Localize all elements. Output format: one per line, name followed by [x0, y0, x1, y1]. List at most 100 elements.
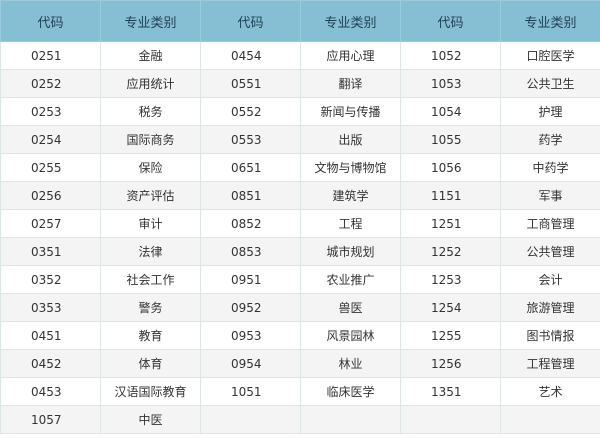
code-cell: 0954: [200, 349, 301, 378]
code-cell: 1051: [200, 377, 301, 406]
code-cell: 0551: [200, 69, 301, 98]
code-cell: 0251: [0, 41, 101, 70]
code-cell: 0453: [0, 377, 101, 406]
code-cell: 0951: [200, 265, 301, 294]
major-cell: 药学: [500, 125, 600, 154]
code-cell: 1053: [400, 69, 501, 98]
table-row: 0451 教育 0953 风景园林 1255 图书情报: [0, 321, 600, 350]
code-cell: 0953: [200, 321, 301, 350]
major-cell: 护理: [500, 97, 600, 126]
header-code-1: 代码: [0, 0, 101, 42]
code-cell: 0851: [200, 181, 301, 210]
major-cell: 中药学: [500, 153, 600, 182]
major-cell: 警务: [100, 293, 201, 322]
major-cell: 资产评估: [100, 181, 201, 210]
header-major-2: 专业类别: [300, 0, 401, 42]
major-cell: 教育: [100, 321, 201, 350]
code-cell: 0651: [200, 153, 301, 182]
major-cell: 公共卫生: [500, 69, 600, 98]
code-cell: 0351: [0, 237, 101, 266]
major-cell: 文物与博物馆: [300, 153, 401, 182]
major-cell: 工程管理: [500, 349, 600, 378]
code-cell: 0352: [0, 265, 101, 294]
code-cell: 1255: [400, 321, 501, 350]
header-major-1: 专业类别: [100, 0, 201, 42]
code-cell: 1254: [400, 293, 501, 322]
major-cell: 旅游管理: [500, 293, 600, 322]
major-cell: 农业推广: [300, 265, 401, 294]
code-cell: 0553: [200, 125, 301, 154]
major-cell: 风景园林: [300, 321, 401, 350]
major-cell: 临床医学: [300, 377, 401, 406]
table-row: 0353 警务 0952 兽医 1254 旅游管理: [0, 293, 600, 322]
major-cell: 保险: [100, 153, 201, 182]
major-cell: 翻译: [300, 69, 401, 98]
major-cell: 公共管理: [500, 237, 600, 266]
header-major-3: 专业类别: [500, 0, 600, 42]
major-cell: 建筑学: [300, 181, 401, 210]
code-cell: 1252: [400, 237, 501, 266]
code-cell: 1054: [400, 97, 501, 126]
table-row: 0253 税务 0552 新闻与传播 1054 护理: [0, 97, 600, 126]
code-cell: [200, 405, 301, 434]
major-cell: [500, 405, 600, 434]
major-cell: 会计: [500, 265, 600, 294]
major-cell: 金融: [100, 41, 201, 70]
code-cell: 1253: [400, 265, 501, 294]
major-code-table: 代码 专业类别 代码 专业类别 代码 专业类别 0251 金融 0454 应用心理 10…: [0, 0, 600, 434]
table-row: 0254 国际商务 0553 出版 1055 药学: [0, 125, 600, 154]
code-cell: 0253: [0, 97, 101, 126]
major-cell: 口腔医学: [500, 41, 600, 70]
code-cell: 1351: [400, 377, 501, 406]
major-cell: 中医: [100, 405, 201, 434]
code-cell: 0256: [0, 181, 101, 210]
table-row: 0255 保险 0651 文物与博物馆 1056 中药学: [0, 153, 600, 182]
major-cell: 应用统计: [100, 69, 201, 98]
major-cell: 兽医: [300, 293, 401, 322]
code-cell: 0952: [200, 293, 301, 322]
code-cell: 0552: [200, 97, 301, 126]
major-cell: 军事: [500, 181, 600, 210]
code-cell: 1055: [400, 125, 501, 154]
major-cell: 林业: [300, 349, 401, 378]
table-row: 0352 社会工作 0951 农业推广 1253 会计: [0, 265, 600, 294]
code-cell: 1056: [400, 153, 501, 182]
major-cell: 税务: [100, 97, 201, 126]
code-cell: 0452: [0, 349, 101, 378]
code-cell: 1251: [400, 209, 501, 238]
code-cell: 0451: [0, 321, 101, 350]
code-cell: 0353: [0, 293, 101, 322]
major-cell: [300, 405, 401, 434]
table-body: 0251 金融 0454 应用心理 1052 口腔医学 0252 应用统计 0551 翻译 1053…: [0, 41, 600, 434]
table-row: 0453 汉语国际教育 1051 临床医学 1351 艺术: [0, 377, 600, 406]
code-cell: 0257: [0, 209, 101, 238]
code-cell: 0852: [200, 209, 301, 238]
table-row: 0256 资产评估 0851 建筑学 1151 军事: [0, 181, 600, 210]
major-cell: 艺术: [500, 377, 600, 406]
major-cell: 汉语国际教育: [100, 377, 201, 406]
table-header-row: 代码 专业类别 代码 专业类别 代码 专业类别: [0, 0, 600, 42]
major-cell: 应用心理: [300, 41, 401, 70]
table-row: 0257 审计 0852 工程 1251 工商管理: [0, 209, 600, 238]
major-cell: 工程: [300, 209, 401, 238]
major-cell: 城市规划: [300, 237, 401, 266]
major-cell: 新闻与传播: [300, 97, 401, 126]
code-cell: 0254: [0, 125, 101, 154]
code-cell: 1151: [400, 181, 501, 210]
code-cell: 0853: [200, 237, 301, 266]
major-cell: 图书情报: [500, 321, 600, 350]
table-row: 1057 中医: [0, 405, 600, 434]
table-row: 0251 金融 0454 应用心理 1052 口腔医学: [0, 41, 600, 70]
header-code-2: 代码: [200, 0, 301, 42]
major-cell: 法律: [100, 237, 201, 266]
code-cell: 0454: [200, 41, 301, 70]
major-cell: 国际商务: [100, 125, 201, 154]
code-cell: [400, 405, 501, 434]
major-cell: 出版: [300, 125, 401, 154]
major-cell: 工商管理: [500, 209, 600, 238]
header-code-3: 代码: [400, 0, 501, 42]
major-cell: 审计: [100, 209, 201, 238]
code-cell: 1256: [400, 349, 501, 378]
table-row: 0252 应用统计 0551 翻译 1053 公共卫生: [0, 69, 600, 98]
table-row: 0452 体育 0954 林业 1256 工程管理: [0, 349, 600, 378]
